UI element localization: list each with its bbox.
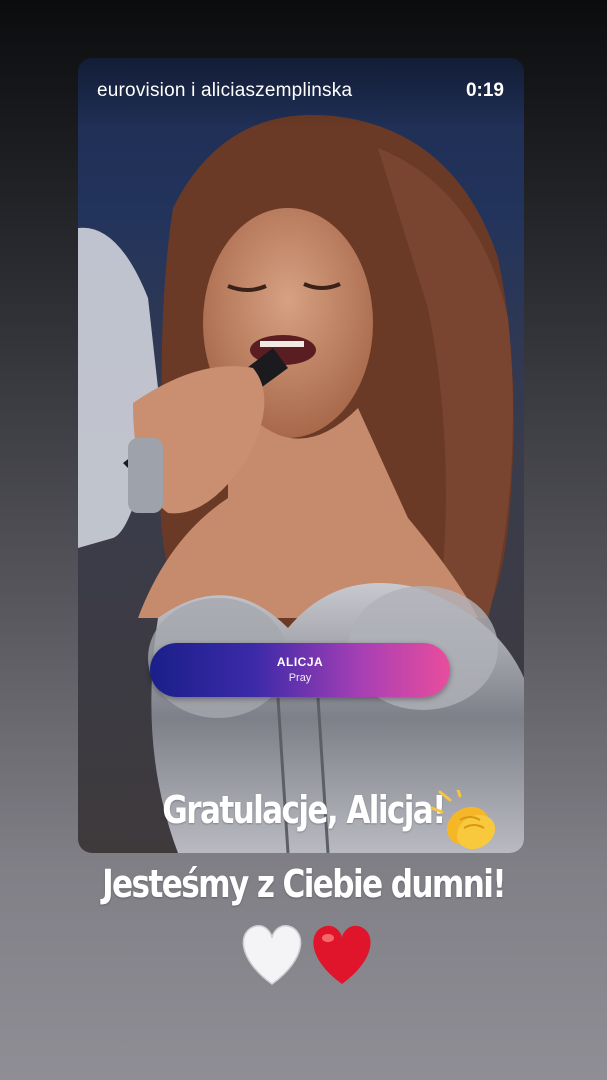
- story-header: eurovision i aliciaszemplinska 0:19: [78, 58, 524, 128]
- song-title: Pray: [288, 672, 312, 684]
- performer-lower-third: ALICJA Pray: [150, 643, 450, 697]
- story-video[interactable]: eurovision i aliciaszemplinska 0:19 ALIC…: [78, 58, 524, 853]
- clapping-hands-icon: [430, 790, 496, 850]
- white-heart-icon: [242, 925, 302, 985]
- performer-name: ALICJA: [276, 655, 324, 669]
- hearts-emoji: [242, 925, 371, 985]
- caption-line-2: Jesteśmy z Ciebie dumni!: [102, 862, 506, 906]
- account-label[interactable]: eurovision i aliciaszemplinska: [97, 80, 352, 102]
- red-heart-icon: [313, 925, 371, 984]
- performer-photo: [78, 114, 524, 853]
- video-timer: 0:19: [465, 80, 504, 101]
